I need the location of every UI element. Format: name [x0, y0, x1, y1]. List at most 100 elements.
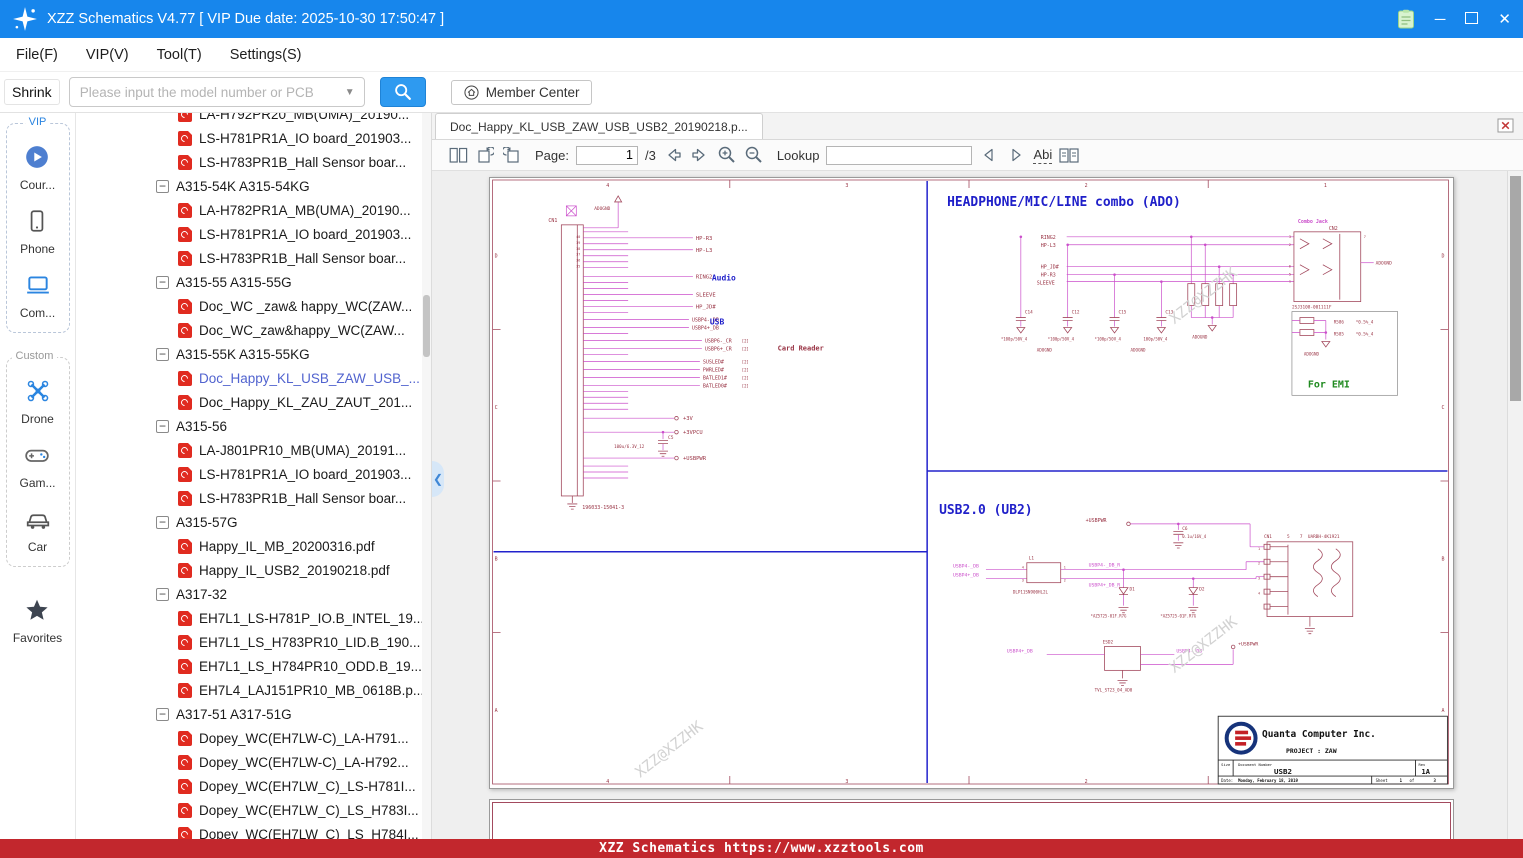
maximize-button[interactable] — [1465, 12, 1478, 27]
pdf-viewer: Doc_Happy_KL_USB_ZAW_USB_USB2_20190218.p… — [432, 113, 1523, 839]
rotate-cw-icon[interactable] — [502, 145, 522, 165]
rotate-ccw-icon[interactable] — [475, 145, 495, 165]
sidebar-item-cour[interactable]: Cour... — [20, 144, 55, 192]
tree-folder-row[interactable]: −A317-32 — [76, 582, 431, 606]
tree-item-label: Happy_IL_USB2_20190218.pdf — [199, 563, 390, 578]
tab-bar: Doc_Happy_KL_USB_ZAW_USB_USB2_20190218.p… — [432, 113, 1523, 140]
collapse-icon[interactable]: − — [156, 348, 169, 361]
svg-text:[2]: [2] — [742, 359, 749, 364]
svg-text:Card Reader: Card Reader — [778, 344, 824, 352]
pdf-icon — [178, 611, 192, 626]
collapse-icon[interactable]: − — [156, 276, 169, 289]
tree-item-label: A315-55K A315-55KG — [176, 347, 310, 362]
thumbnail-view-icon[interactable] — [1059, 145, 1079, 165]
collapse-icon[interactable]: − — [156, 180, 169, 193]
page-number-input[interactable] — [576, 146, 638, 165]
svg-text:ESD2: ESD2 — [1103, 639, 1114, 645]
collapse-icon[interactable]: − — [156, 516, 169, 529]
tree-file-row[interactable]: Dopey_WC(EH7LW_C)_LS-H781I... — [76, 774, 431, 798]
tree-folder-row[interactable]: −A315-55K A315-55KG — [76, 342, 431, 366]
tree-file-row[interactable]: Dopey_WC(EH7LW-C)_LA-H792... — [76, 750, 431, 774]
tree-file-row[interactable]: LA-H792PR20_MB(UMA)_20190... — [76, 113, 431, 126]
svg-text:100u/6.3V_12: 100u/6.3V_12 — [614, 444, 645, 449]
tree-file-row[interactable]: Doc_WC _zaw& happy_WC(ZAW... — [76, 294, 431, 318]
tree-file-row[interactable]: LS-H783PR1B_Hall Sensor boar... — [76, 246, 431, 270]
menu-item-tool[interactable]: Tool(T) — [157, 47, 202, 63]
zoom-out-icon[interactable] — [744, 145, 764, 165]
tree-file-row[interactable]: Dopey_WC(EH7LW_C)_LS_H784I... — [76, 822, 431, 839]
collapse-tree-handle[interactable]: ❮ — [432, 461, 444, 497]
svg-text:A: A — [1441, 708, 1444, 714]
svg-text:ADOGND: ADOGND — [1130, 347, 1146, 352]
collapse-icon[interactable]: − — [156, 420, 169, 433]
svg-text:ADOGND: ADOGND — [1192, 334, 1208, 339]
sidebar-item-favorites[interactable]: Favorites — [13, 597, 62, 645]
text-select-tool[interactable]: Abi — [1033, 147, 1052, 164]
tree-file-row[interactable]: LA-J801PR10_MB(UMA)_20191... — [76, 438, 431, 462]
close-button[interactable]: ✕ — [1498, 12, 1511, 27]
svg-text:*100p/50V_4: *100p/50V_4 — [1001, 336, 1028, 341]
menu-item-vip[interactable]: VIP(V) — [86, 47, 129, 63]
tree-file-row[interactable]: Doc_WC_zaw&happy_WC(ZAW... — [76, 318, 431, 342]
svg-text:DLP11SN900HL2L: DLP11SN900HL2L — [1013, 590, 1049, 595]
tree-file-row[interactable]: Happy_IL_MB_20200316.pdf — [76, 534, 431, 558]
tree-folder-row[interactable]: −A315-57G — [76, 510, 431, 534]
drone-icon — [25, 378, 51, 409]
back-page-icon[interactable] — [663, 145, 683, 165]
member-center-button[interactable]: Member Center — [451, 80, 593, 105]
tree-file-row[interactable]: LS-H781PR1A_IO board_201903... — [76, 462, 431, 486]
sidebar-item-com[interactable]: Com... — [20, 272, 55, 320]
tree-scrollbar-thumb[interactable] — [423, 295, 430, 357]
svg-text:3: 3 — [1289, 235, 1291, 239]
tree-file-row[interactable]: Happy_IL_USB2_20190218.pdf — [76, 558, 431, 582]
document-tab[interactable]: Doc_Happy_KL_USB_ZAW_USB_USB2_20190218.p… — [435, 113, 763, 139]
next-result-icon[interactable] — [1006, 145, 1026, 165]
sidebar-item-phone[interactable]: Phone — [20, 208, 55, 256]
close-tab-icon[interactable] — [1497, 118, 1514, 133]
viewer-scrollbar[interactable] — [1507, 171, 1523, 839]
tree-file-row[interactable]: EH7L1_LS_H784PR10_ODD.B_19... — [76, 654, 431, 678]
zoom-in-icon[interactable] — [717, 145, 737, 165]
tree-file-row[interactable]: LA-H782PR1A_MB(UMA)_20190... — [76, 198, 431, 222]
tree-file-row[interactable]: LS-H781PR1A_IO board_201903... — [76, 126, 431, 150]
lookup-input[interactable] — [826, 146, 972, 165]
tree-item-label: Doc_Happy_KL_USB_ZAW_USB_... — [199, 371, 420, 386]
tree-file-row[interactable]: LS-H783PR1B_Hall Sensor boar... — [76, 486, 431, 510]
tree-file-row[interactable]: Dopey_WC(EH7LW-C)_LA-H791... — [76, 726, 431, 750]
two-page-view-icon[interactable] — [448, 145, 468, 165]
search-input[interactable] — [70, 85, 345, 100]
collapse-icon[interactable]: − — [156, 708, 169, 721]
menu-item-file[interactable]: File(F) — [16, 47, 58, 63]
shrink-button[interactable]: Shrink — [4, 79, 60, 105]
chevron-down-icon[interactable]: ▼ — [345, 87, 355, 98]
tree-file-row[interactable]: EH7L1_LS-H781P_IO.B_INTEL_19... — [76, 606, 431, 630]
model-search-box[interactable]: ▼ — [69, 77, 365, 107]
tree-file-row[interactable]: LS-H783PR1B_Hall Sensor boar... — [76, 150, 431, 174]
viewer-scrollbar-thumb[interactable] — [1510, 176, 1521, 401]
menu-item-settings[interactable]: Settings(S) — [230, 47, 302, 63]
tree-file-row[interactable]: LS-H781PR1A_IO board_201903... — [76, 222, 431, 246]
search-button[interactable] — [380, 77, 426, 107]
app-window: XZZ Schematics V4.77 [ VIP Due date: 202… — [0, 0, 1523, 858]
minimize-button[interactable]: ─ — [1435, 12, 1446, 27]
tree-file-row[interactable]: EH7L4_LAJ151PR10_MB_0618B.p... — [76, 678, 431, 702]
pdf-page-area[interactable]: 4321432DCBADCBAADOGNDCN1403938373635HP-R… — [432, 171, 1523, 839]
tree-folder-row[interactable]: −A317-51 A317-51G — [76, 702, 431, 726]
svg-text:D2: D2 — [1199, 587, 1205, 593]
tree-folder-row[interactable]: −A315-55 A315-55G — [76, 270, 431, 294]
tree-file-row[interactable]: EH7L1_LS_H783PR10_LID.B_190... — [76, 630, 431, 654]
tree-file-row[interactable]: Doc_Happy_KL_USB_ZAW_USB_... — [76, 366, 431, 390]
clipboard-icon[interactable] — [1397, 9, 1415, 29]
tree-file-row[interactable]: Doc_Happy_KL_ZAU_ZAUT_201... — [76, 390, 431, 414]
tree-folder-row[interactable]: −A315-54K A315-54KG — [76, 174, 431, 198]
sidebar-item-gam[interactable]: Gam... — [19, 442, 55, 490]
tree-scrollbar[interactable] — [422, 113, 431, 839]
sidebar-item-drone[interactable]: Drone — [21, 378, 54, 426]
tree-folder-row[interactable]: −A315-56 — [76, 414, 431, 438]
svg-text:USB: USB — [710, 318, 725, 327]
collapse-icon[interactable]: − — [156, 588, 169, 601]
prev-result-icon[interactable] — [979, 145, 999, 165]
tree-file-row[interactable]: Dopey_WC(EH7LW_C)_LS_H783I... — [76, 798, 431, 822]
sidebar-item-car[interactable]: Car — [25, 506, 51, 554]
forward-page-icon[interactable] — [690, 145, 710, 165]
